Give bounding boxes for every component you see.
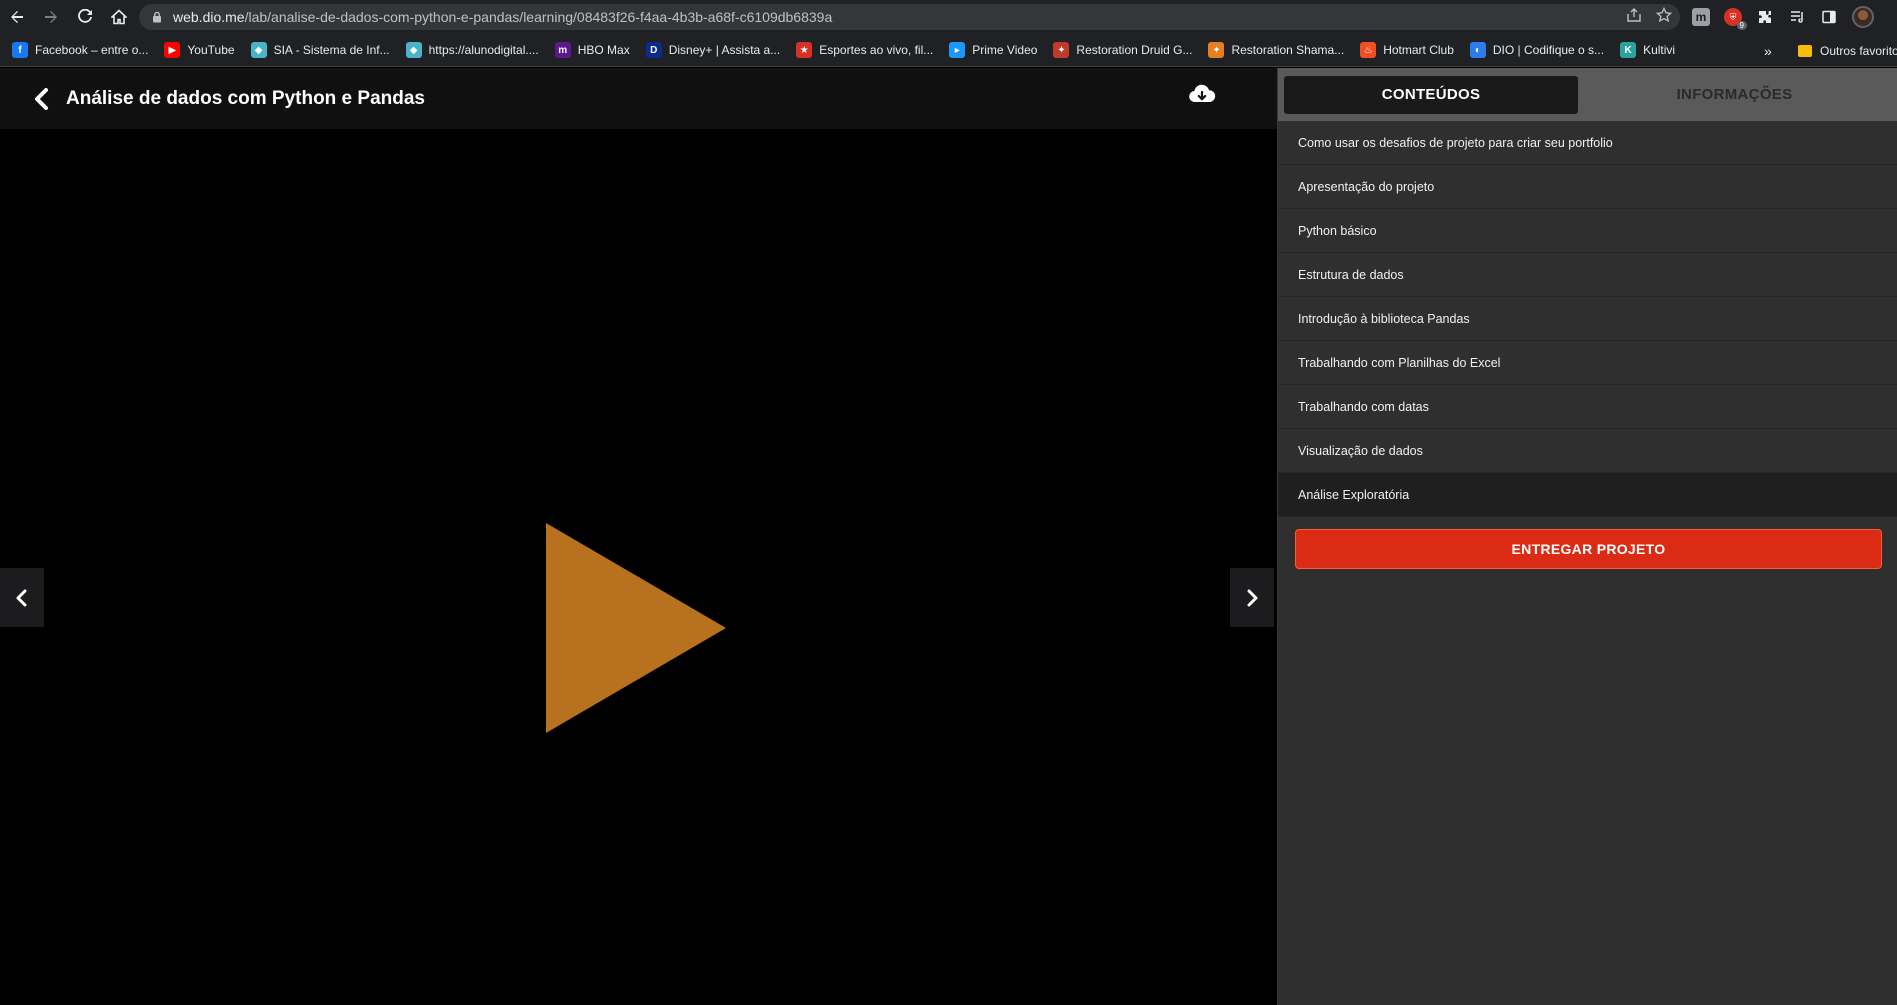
lesson-item[interactable]: Análise Exploratória bbox=[1278, 473, 1897, 517]
forward-icon[interactable] bbox=[34, 0, 68, 34]
bookmark-favicon-icon: f bbox=[12, 42, 28, 58]
lesson-item[interactable]: Como usar os desafios de projeto para cr… bbox=[1278, 121, 1897, 165]
other-bookmarks-folder[interactable]: Outros favoritos bbox=[1798, 34, 1897, 66]
bookmark-item[interactable]: ✦ Restoration Druid G... bbox=[1051, 38, 1200, 62]
lesson-item[interactable]: Python básico bbox=[1278, 209, 1897, 253]
mendeley-extension-icon[interactable]: m bbox=[1692, 8, 1710, 26]
sidebar-tabs: CONTEÚDOS INFORMAÇÕES bbox=[1278, 68, 1897, 121]
side-panel-icon[interactable] bbox=[1820, 8, 1838, 26]
course-sidebar: CONTEÚDOS INFORMAÇÕES Como usar os desaf… bbox=[1277, 68, 1897, 1005]
chevron-right-icon bbox=[1247, 589, 1258, 606]
lesson-item[interactable]: Estrutura de dados bbox=[1278, 253, 1897, 297]
media-queue-icon[interactable] bbox=[1788, 8, 1806, 26]
bookmark-label: https://alunodigital.... bbox=[428, 43, 539, 57]
bookmarks-overflow-button[interactable]: » bbox=[1764, 34, 1772, 66]
home-icon[interactable] bbox=[102, 0, 136, 34]
bookmark-favicon-icon: ♨ bbox=[1360, 42, 1377, 58]
bookmark-favicon-icon: K bbox=[1620, 42, 1637, 58]
puzzle-extensions-icon[interactable] bbox=[1756, 8, 1774, 26]
address-bar[interactable]: web.dio.me/lab/analise-de-dados-com-pyth… bbox=[139, 4, 1680, 30]
url-text[interactable]: web.dio.me/lab/analise-de-dados-com-pyth… bbox=[173, 9, 832, 25]
lesson-item[interactable]: Trabalhando com Planilhas do Excel bbox=[1278, 341, 1897, 385]
bookmark-label: Facebook – entre o... bbox=[35, 43, 149, 57]
url-path: /lab/analise-de-dados-com-python-e-panda… bbox=[244, 9, 833, 25]
back-to-course-icon[interactable] bbox=[32, 87, 54, 110]
profile-avatar[interactable] bbox=[1852, 6, 1874, 28]
bookmark-favicon-icon: ▸ bbox=[949, 42, 966, 58]
lesson-item[interactable]: Visualização de dados bbox=[1278, 429, 1897, 473]
bookmark-favicon-icon: ▶ bbox=[164, 42, 181, 58]
next-lesson-button[interactable] bbox=[1230, 568, 1274, 627]
bookmark-label: Esportes ao vivo, fil... bbox=[819, 43, 934, 57]
bookmark-label: Disney+ | Assista a... bbox=[668, 43, 781, 57]
bookmark-item[interactable]: ◆ https://alunodigital.... bbox=[404, 38, 547, 62]
bookmark-favicon-icon: ✦ bbox=[1053, 42, 1070, 58]
bookmark-favicon-icon: ◆ bbox=[250, 42, 267, 58]
share-icon[interactable] bbox=[1626, 7, 1642, 28]
back-icon[interactable] bbox=[0, 0, 34, 34]
tab-contents[interactable]: CONTEÚDOS bbox=[1284, 75, 1578, 114]
lesson-item[interactable]: Apresentação do projeto bbox=[1278, 165, 1897, 209]
previous-lesson-button[interactable] bbox=[0, 568, 44, 627]
bookmark-label: Kultivi bbox=[1643, 43, 1676, 57]
star-bookmark-icon[interactable] bbox=[1655, 6, 1673, 28]
bookmark-favicon-icon: ✦ bbox=[1208, 42, 1225, 58]
bookmark-favicon-icon: ◐ bbox=[1469, 42, 1486, 58]
bookmark-item[interactable]: ★ Esportes ao vivo, fil... bbox=[794, 38, 941, 62]
video-player[interactable] bbox=[0, 129, 1277, 1005]
bookmark-label: HBO Max bbox=[577, 43, 630, 57]
url-host: web.dio.me bbox=[173, 9, 245, 25]
play-icon[interactable] bbox=[546, 523, 726, 733]
course-page: Análise de dados com Python e Pandas CON… bbox=[0, 68, 1897, 1005]
bookmarks-bar: f Facebook – entre o... ▶ YouTube ◆ SIA - Sis… bbox=[0, 34, 1897, 67]
bookmark-item[interactable]: ◆ SIA - Sistema de Inf... bbox=[249, 38, 398, 62]
bookmark-item[interactable]: m HBO Max bbox=[553, 38, 638, 62]
submit-project-button[interactable]: ENTREGAR PROJETO bbox=[1295, 529, 1882, 569]
browser-toolbar: web.dio.me/lab/analise-de-dados-com-pyth… bbox=[0, 0, 1897, 34]
lesson-item[interactable]: Trabalhando com datas bbox=[1278, 385, 1897, 429]
bookmark-favicon-icon: D bbox=[645, 42, 662, 58]
bookmark-favicon-icon: m bbox=[554, 42, 571, 58]
bookmark-item[interactable]: ◐ DIO | Codifique o s... bbox=[1468, 38, 1612, 62]
bookmark-item[interactable]: ✦ Restoration Shama... bbox=[1206, 38, 1352, 62]
bookmark-label: Hotmart Club bbox=[1383, 43, 1454, 57]
bookmark-label: YouTube bbox=[187, 43, 235, 57]
bookmark-favicon-icon: ★ bbox=[796, 42, 813, 58]
bookmark-item[interactable]: ♨ Hotmart Club bbox=[1358, 38, 1462, 62]
reload-icon[interactable] bbox=[68, 0, 102, 34]
lesson-item[interactable]: Introdução à biblioteca Pandas bbox=[1278, 297, 1897, 341]
bookmark-label: Restoration Shama... bbox=[1231, 43, 1345, 57]
bookmark-item[interactable]: f Facebook – entre o... bbox=[10, 38, 156, 62]
extension-badge: 9 bbox=[1736, 21, 1747, 30]
cloud-download-icon[interactable] bbox=[1188, 83, 1216, 107]
bookmark-label: DIO | Codifique o s... bbox=[1492, 43, 1605, 57]
chevron-left-icon bbox=[16, 589, 27, 606]
bookmark-item[interactable]: K Kultivi bbox=[1618, 38, 1683, 62]
bookmark-label: Prime Video bbox=[972, 43, 1038, 57]
lesson-list: Como usar os desafios de projeto para cr… bbox=[1278, 121, 1897, 517]
other-bookmarks-label: Outros favoritos bbox=[1820, 43, 1897, 58]
tab-information[interactable]: INFORMAÇÕES bbox=[1578, 76, 1891, 114]
bookmark-label: SIA - Sistema de Inf... bbox=[273, 43, 390, 57]
shield-extension-icon[interactable]: ⛨ 9 bbox=[1724, 8, 1747, 30]
course-title: Análise de dados com Python e Pandas bbox=[66, 87, 425, 109]
bookmark-item[interactable]: D Disney+ | Assista a... bbox=[644, 38, 789, 62]
lock-icon bbox=[151, 11, 163, 23]
folder-icon bbox=[1798, 44, 1812, 57]
player-header: Análise de dados com Python e Pandas bbox=[0, 68, 1277, 129]
bookmark-item[interactable]: ▶ YouTube bbox=[162, 38, 242, 62]
bookmark-favicon-icon: ◆ bbox=[405, 42, 422, 58]
bookmark-label: Restoration Druid G... bbox=[1076, 43, 1193, 57]
bookmark-item[interactable]: ▸ Prime Video bbox=[947, 38, 1045, 62]
